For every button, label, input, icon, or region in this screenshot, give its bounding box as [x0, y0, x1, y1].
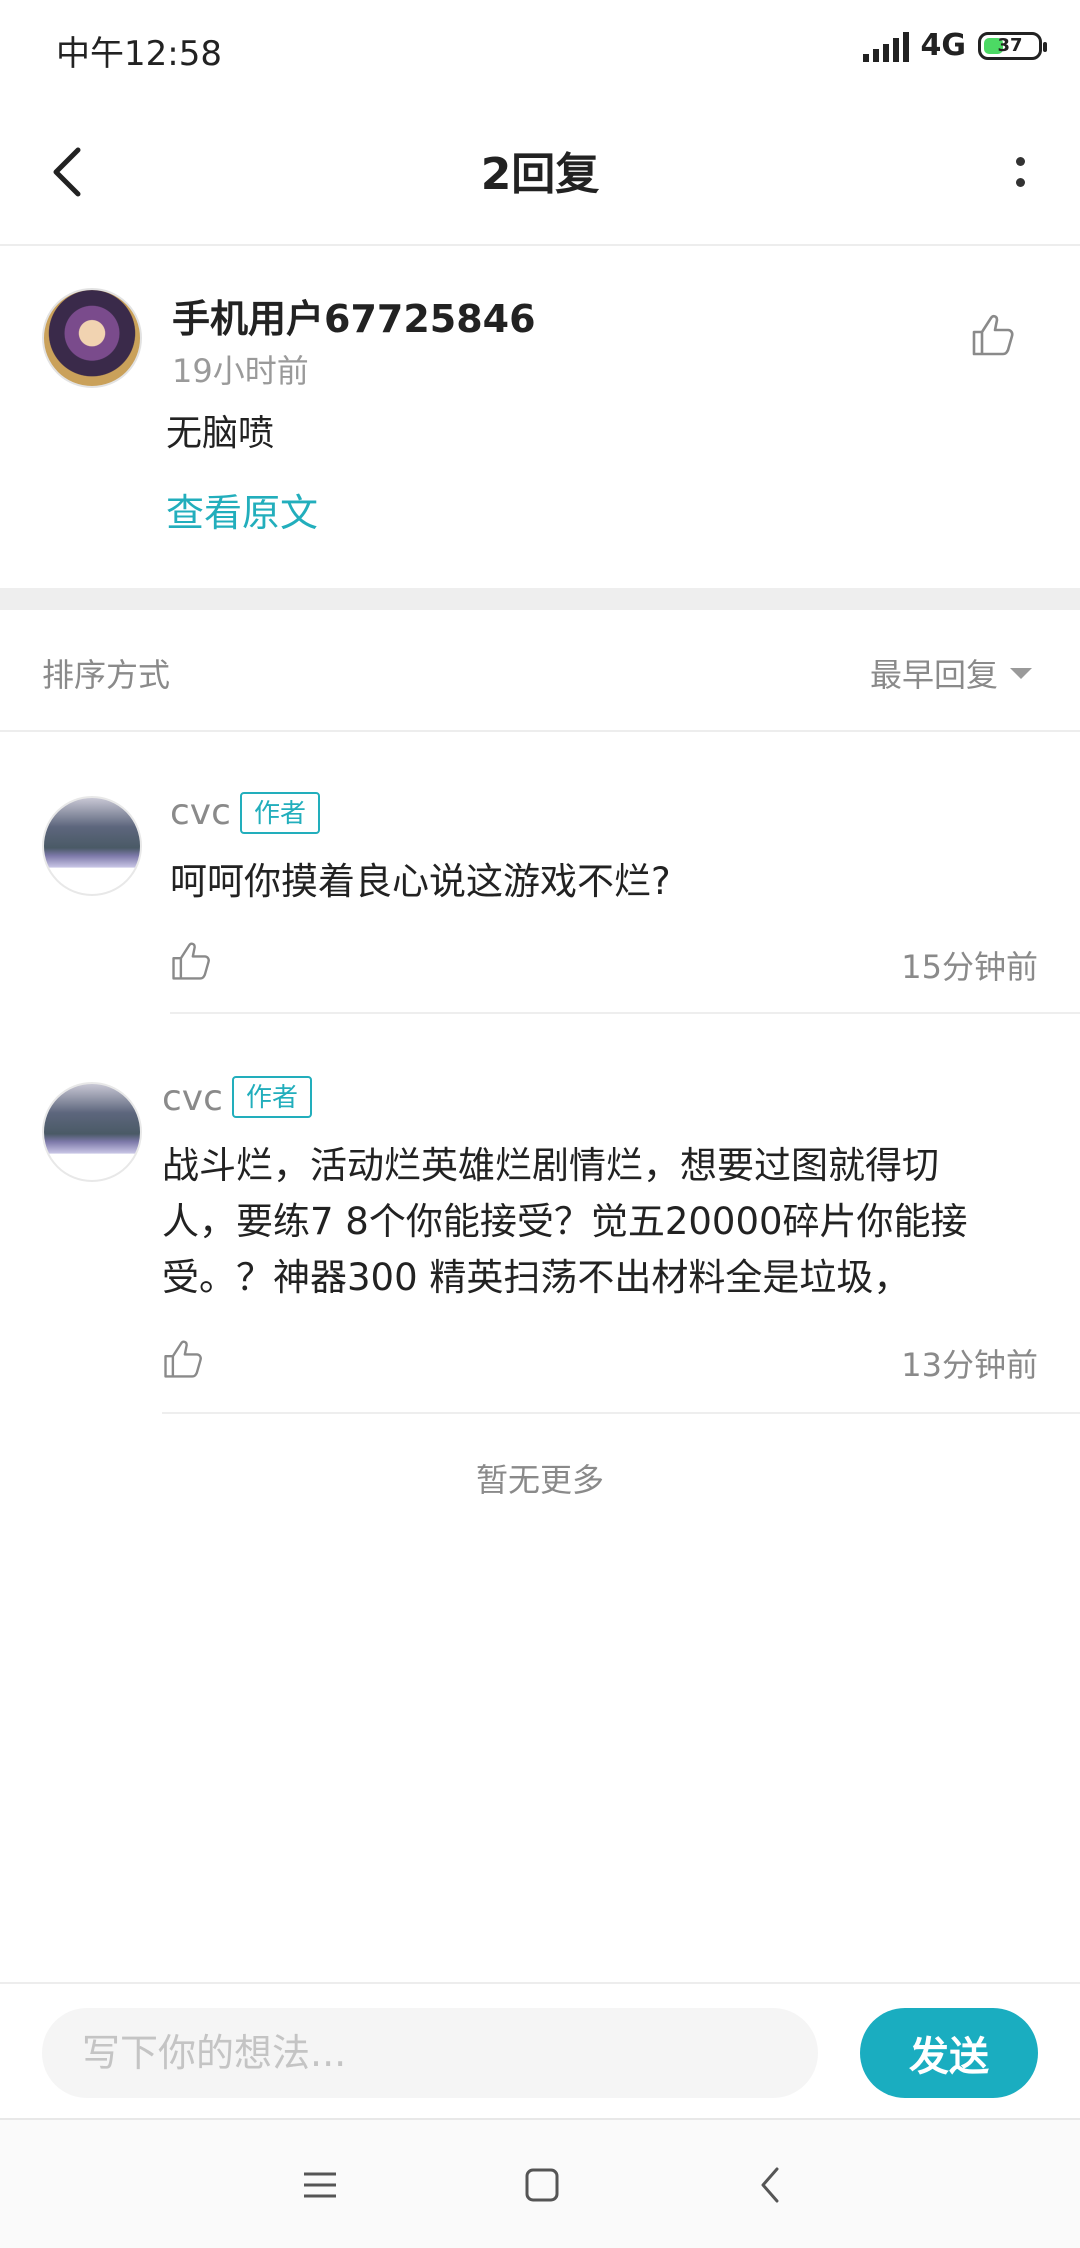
original-username[interactable]: 手机用户67725846: [172, 288, 536, 343]
signal-icon: [862, 30, 909, 62]
avatar[interactable]: [42, 288, 142, 388]
like-button[interactable]: [160, 1336, 210, 1386]
menu-icon: [304, 2172, 336, 2198]
like-button[interactable]: [168, 938, 218, 988]
section-divider: [0, 588, 1080, 610]
home-button[interactable]: [502, 2150, 582, 2220]
reply-timestamp: 13分钟前: [901, 1346, 1038, 1384]
page-title: 2回复: [480, 149, 600, 200]
view-original-link[interactable]: 查看原文: [166, 482, 318, 537]
avatar[interactable]: [42, 796, 142, 896]
comment-input[interactable]: [42, 2008, 818, 2098]
like-button[interactable]: [968, 310, 1018, 360]
battery-level: 37: [997, 35, 1023, 56]
send-button[interactable]: 发送: [860, 2008, 1038, 2098]
reply-username[interactable]: cvc: [170, 792, 231, 833]
sort-row: 排序方式 最早回复: [0, 610, 1080, 732]
reply-text: 战斗烂，活动烂英雄烂剧情烂，想要过图就得切人，要练7 8个你能接受？觉五2000…: [162, 1144, 968, 1299]
original-comment: 手机用户67725846 19小时前 无脑喷 查看原文: [0, 246, 1080, 588]
avatar[interactable]: [42, 1082, 142, 1182]
status-bar: 中午12:58 4G 37: [0, 0, 1080, 100]
thumbs-up-icon: [972, 314, 1014, 356]
chevron-down-icon: [1010, 667, 1032, 679]
no-more-label: 暂无更多: [475, 1461, 604, 1499]
menu-button[interactable]: [280, 2150, 360, 2220]
original-timestamp: 19小时前: [172, 352, 309, 390]
more-options-button[interactable]: [1000, 140, 1040, 204]
thumbs-up-icon: [172, 942, 210, 980]
more-vertical-icon: [1015, 157, 1025, 166]
home-square-icon: [525, 2168, 559, 2202]
thumbs-up-icon: [164, 1340, 202, 1378]
network-type: 4G: [920, 28, 967, 63]
reply-item: cvc 作者 战斗烂，活动烂英雄烂剧情烂，想要过图就得切人，要练7 8个你能接受…: [0, 1014, 1080, 1414]
reply-item: cvc 作者 呵呵你摸着良心说这游戏不烂? 15分钟前: [0, 730, 1080, 1014]
sort-value: 最早回复: [869, 656, 998, 694]
status-time: 中午12:58: [56, 34, 222, 74]
original-comment-text: 无脑喷: [166, 413, 275, 454]
author-badge: 作者: [240, 792, 321, 834]
sort-dropdown[interactable]: 最早回复: [870, 650, 1032, 696]
system-nav-bar: [0, 2118, 1080, 2248]
divider: [162, 1412, 1080, 1414]
status-icons: 4G 37: [862, 28, 1047, 63]
sort-label: 排序方式: [42, 656, 171, 694]
reply-timestamp: 15分钟前: [901, 948, 1038, 986]
reply-text: 呵呵你摸着良心说这游戏不烂?: [170, 860, 671, 903]
system-back-button[interactable]: [730, 2150, 810, 2220]
app-root: 中午12:58 4G 37 2回复 手机用户67725846 19小时前 无脑喷…: [0, 0, 1080, 2248]
author-badge: 作者: [232, 1076, 313, 1118]
back-triangle-icon: [761, 2167, 779, 2203]
comment-input-bar: 发送: [0, 1982, 1080, 2120]
battery-icon: 37: [978, 31, 1047, 60]
reply-username[interactable]: cvc: [162, 1078, 223, 1119]
top-app-bar: 2回复: [0, 100, 1080, 246]
